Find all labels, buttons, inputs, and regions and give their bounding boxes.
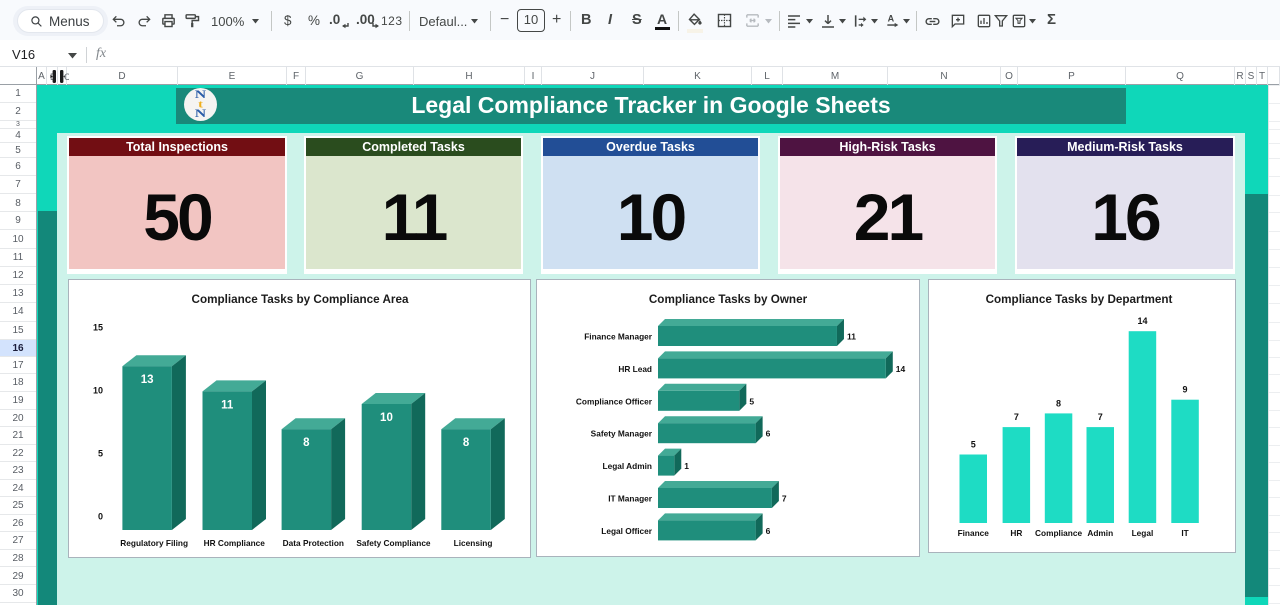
svg-text:Regulatory Filing: Regulatory Filing	[120, 538, 188, 548]
svg-text:7: 7	[1098, 412, 1103, 422]
svg-text:IT: IT	[1181, 528, 1188, 538]
svg-text:7: 7	[782, 494, 787, 504]
svg-text:Safety Compliance: Safety Compliance	[356, 538, 431, 548]
svg-text:6: 6	[766, 526, 771, 536]
svg-text:Compliance: Compliance	[1035, 528, 1082, 538]
svg-text:A: A	[888, 14, 895, 24]
svg-text:Compliance Officer: Compliance Officer	[576, 396, 653, 406]
svg-text:Compliance Tasks by Compliance: Compliance Tasks by Compliance Area	[192, 293, 409, 306]
svg-text:Licensing: Licensing	[454, 538, 493, 548]
svg-text:14: 14	[896, 364, 906, 374]
svg-text:Finance: Finance	[958, 528, 990, 538]
svg-text:Data Protection: Data Protection	[283, 538, 344, 548]
svg-text:0: 0	[98, 512, 103, 522]
svg-text:8: 8	[463, 437, 470, 449]
svg-text:13: 13	[141, 374, 154, 386]
svg-text:HR: HR	[1010, 528, 1022, 538]
svg-text:8: 8	[1056, 398, 1061, 408]
svg-text:HR Compliance: HR Compliance	[204, 538, 266, 548]
svg-text:HR Lead: HR Lead	[618, 364, 652, 374]
svg-text:Legal Admin: Legal Admin	[603, 461, 652, 471]
svg-text:Legal Officer: Legal Officer	[601, 526, 652, 536]
svg-text:Admin: Admin	[1087, 528, 1113, 538]
svg-text:Finance Manager: Finance Manager	[584, 332, 653, 342]
svg-text:Compliance Tasks by Owner: Compliance Tasks by Owner	[649, 293, 808, 306]
svg-text:6: 6	[766, 429, 771, 439]
svg-text:5: 5	[98, 449, 103, 459]
svg-text:1: 1	[684, 461, 689, 471]
svg-text:14: 14	[1137, 316, 1147, 326]
svg-text:N: N	[195, 108, 207, 120]
svg-text:7: 7	[1014, 412, 1019, 422]
svg-text:11: 11	[847, 332, 856, 342]
svg-text:9: 9	[1183, 385, 1188, 395]
svg-text:11: 11	[221, 399, 234, 411]
svg-text:C: C	[64, 72, 69, 82]
svg-text:Safety Manager: Safety Manager	[591, 429, 653, 439]
svg-text:5: 5	[749, 396, 754, 406]
svg-text:IT Manager: IT Manager	[608, 494, 653, 504]
svg-text:8: 8	[303, 437, 310, 449]
svg-text:10: 10	[380, 412, 393, 424]
svg-text:Compliance Tasks by Department: Compliance Tasks by Department	[986, 293, 1173, 306]
svg-text:Legal: Legal	[1132, 528, 1154, 538]
svg-text:5: 5	[971, 440, 976, 450]
svg-text:10: 10	[93, 386, 103, 396]
svg-text:15: 15	[93, 323, 103, 333]
